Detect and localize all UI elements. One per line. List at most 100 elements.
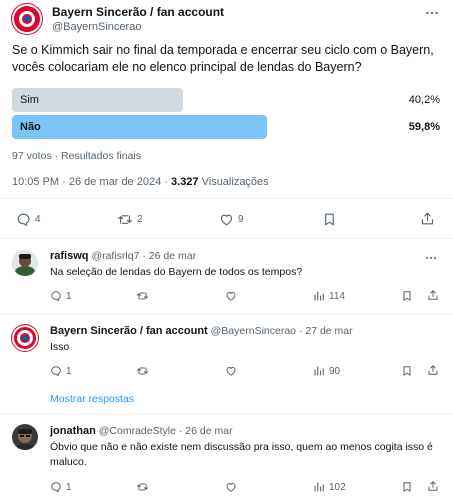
retweet-icon [137,483,148,491]
reply-name[interactable]: jonathan [50,425,96,437]
bookmark-icon [403,291,411,301]
bookmark-button[interactable] [401,290,413,302]
retweet-button[interactable]: 2 [117,212,143,227]
bookmark-icon [325,213,334,226]
share-button[interactable] [427,364,439,376]
divider [0,413,453,414]
share-icon [428,481,438,491]
reply-date[interactable]: 26 de mar [149,250,196,262]
heart-icon [226,292,236,301]
reply-text: Isso [50,341,70,353]
share-button[interactable] [420,211,435,226]
views-icon [314,366,324,376]
tweet-text: Se o Kimmich sair no final da temporada … [12,43,434,74]
views-icon [314,291,324,301]
author-handle[interactable]: @BayernSincerao [52,21,141,33]
reply-handle[interactable]: @rafisrlq7 [91,250,139,262]
reply-button[interactable]: 1 [50,290,72,302]
reply-text: Na seleção de lendas do Bayern de todos … [50,266,303,278]
reply-handle[interactable]: @BayernSincerao [211,325,296,337]
reply-separator: · [298,325,303,337]
meta-separator: · [164,176,168,188]
views-button[interactable]: 90 [313,365,340,377]
retweet-icon [118,215,132,224]
like-button[interactable]: 9 [219,212,244,227]
retweet-icon [137,367,148,375]
poll-votes: 97 votos [12,150,52,162]
tweet-timestamp[interactable]: 10:05 PM · 26 de mar de 2024 [12,176,161,188]
poll-option-nao: Não [20,121,41,133]
like-button[interactable] [225,290,237,302]
poll-percent-nao: 59,8% [408,121,440,133]
bookmark-button[interactable] [401,365,413,377]
reply-icon [51,366,61,377]
bookmark-button[interactable] [322,212,337,227]
retweet-icon [137,292,148,300]
bookmark-button[interactable] [401,481,413,493]
views-count: 102 [329,481,346,493]
more-options-icon[interactable] [425,6,439,25]
poll-status: Resultados finais [61,150,142,162]
reply-count: 4 [35,214,41,225]
heart-icon [220,214,233,226]
share-icon [428,365,438,375]
reply-count: 1 [66,481,72,493]
views-count: 114 [329,290,345,302]
heart-icon [226,483,236,492]
reply-avatar-jonathan[interactable] [12,424,38,450]
divider [0,238,453,239]
poll-summary: 97 votos · Resultados finais [12,150,141,162]
poll: Sim 40,2% Não 59,8% [12,88,440,144]
author-avatar[interactable] [12,4,42,34]
share-icon [421,212,434,225]
reply-count: 1 [66,290,72,302]
share-button[interactable] [427,289,439,301]
bookmark-icon [403,482,411,492]
reply-name[interactable]: Bayern Sincerão / fan account [50,325,208,337]
reply-separator: · [178,425,183,437]
poll-option-sim: Sim [20,94,39,106]
retweet-count: 2 [137,214,143,225]
reply-icon [51,482,61,493]
like-button[interactable] [225,481,237,493]
reply-header: Bayern Sincerão / fan account @BayernSin… [50,325,353,337]
poll-separator: · [54,150,59,162]
reply-button[interactable]: 1 [50,365,72,377]
retweet-button[interactable] [136,365,149,377]
share-button[interactable] [427,480,439,492]
views-button[interactable]: 102 [313,481,346,493]
retweet-button[interactable] [136,481,149,493]
heart-icon [226,367,236,376]
divider [0,314,453,315]
retweet-button[interactable] [136,290,149,302]
show-replies-link[interactable]: Mostrar respostas [50,393,134,405]
reply-button[interactable]: 4 [16,212,41,227]
reply-name[interactable]: rafiswq [50,250,89,262]
like-count: 9 [238,214,244,225]
views-count: 90 [329,365,341,377]
reply-avatar-bayern[interactable] [12,325,38,351]
author-name[interactable]: Bayern Sincerão / fan account [52,5,224,19]
reply-header: jonathan @ComradeStyle · 26 de mar [50,425,233,437]
reply-date[interactable]: 27 de mar [305,325,352,337]
reply-handle[interactable]: @ComradeStyle [99,425,176,437]
reply-count: 1 [66,365,72,377]
views-button[interactable]: 114 [313,290,345,302]
divider [0,198,453,199]
views-label: Visualizações [201,176,269,188]
reply-date[interactable]: 26 de mar [185,425,232,437]
poll-percent-sim: 40,2% [408,94,440,106]
share-icon [428,290,438,300]
reply-icon [51,291,61,302]
tweet-meta: 10:05 PM · 26 de mar de 2024 · 3.327 Vis… [12,176,269,188]
reply-icon [17,213,30,226]
reply-header: rafiswq @rafisrlq7 · 26 de mar [50,250,196,262]
poll-bar-nao [12,115,267,139]
reply-button[interactable]: 1 [50,481,72,493]
views-icon [314,482,324,492]
views-count: 3.327 [171,176,199,188]
reply-text: Óbvio que não e não existe nem discussão… [50,441,433,468]
bookmark-icon [403,366,411,376]
reply-avatar-rafiswq[interactable] [12,250,38,276]
like-button[interactable] [225,365,237,377]
